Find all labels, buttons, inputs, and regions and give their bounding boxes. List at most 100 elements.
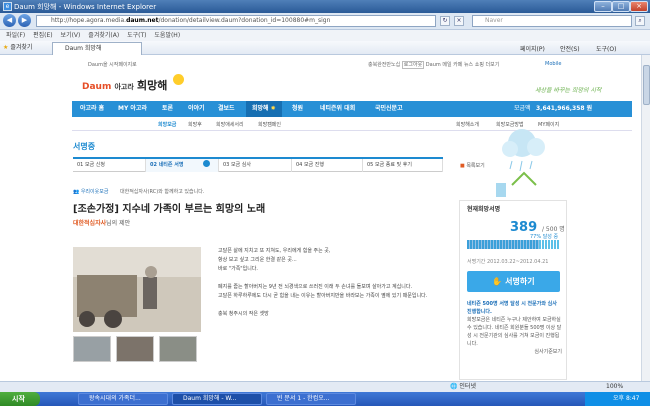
criteria-link[interactable]: 심사기준보기: [467, 348, 562, 356]
main-nav: 아고라 홈 MY 아고라 토론 이야기 결보드 희망해 ✸ 청원 네티즌위 대회…: [72, 101, 632, 117]
list-link[interactable]: ■ 목록보기: [460, 162, 485, 169]
sign-info-text: 희망모금은 네티즌 누구나 제안하여 모금하실 수 있습니다. 네티즌 회원분들…: [467, 317, 562, 347]
menu-favorites[interactable]: 즐겨찾기(A): [88, 32, 119, 39]
minimize-button[interactable]: –: [594, 1, 612, 12]
nav-agora-home[interactable]: 아고라 홈: [80, 101, 104, 117]
nav-hope[interactable]: 희망해 ✸: [246, 101, 282, 117]
hand-icon: ✋: [492, 277, 503, 286]
photo-thumbnail[interactable]: [73, 336, 111, 362]
subnav-hope-fund[interactable]: 희망모금: [158, 121, 176, 128]
subnav-about[interactable]: 희망해소개: [456, 121, 479, 128]
progress-steps: 01 모금 신청 02 네티즌 서명 03 모금 심사 04 모금 진행 05 …: [73, 157, 443, 172]
subnav-hope-after[interactable]: 희망후: [188, 121, 202, 128]
logout-button[interactable]: 로그아웃: [401, 61, 425, 69]
favorites-button[interactable]: ★ 즐겨찾기: [3, 43, 32, 53]
list-icon: ■: [460, 163, 465, 169]
ie-icon: e: [3, 2, 12, 11]
internet-zone: 🌐 인터넷: [450, 383, 476, 390]
mail-link[interactable]: 메일: [442, 62, 451, 68]
sun-icon: [173, 74, 184, 85]
more-link[interactable]: 더보기: [486, 62, 500, 68]
back-button[interactable]: ◀: [3, 14, 16, 27]
star-icon: ★: [3, 44, 9, 51]
page-scrollbar[interactable]: [641, 55, 650, 381]
address-bar: ◀ ▶ http://hope.agora.media.daum.net/don…: [0, 13, 650, 30]
top-links: 충북완전만노십 로그아웃 Daum 메일 카페 뉴스 쇼핑 더보기: [368, 61, 568, 69]
set-homepage-link[interactable]: Daum을 시작페이지로: [88, 61, 137, 68]
maximize-button[interactable]: □: [612, 1, 630, 12]
search-icon[interactable]: ⌕: [635, 16, 645, 26]
nav-debate[interactable]: 토론: [162, 101, 173, 117]
site-logo[interactable]: Daum 아고라 희망해: [82, 77, 167, 93]
nav-total-label: 모금액: [514, 105, 531, 112]
taskbar-item[interactable]: 빈 문서 1 - 한컴오...: [266, 393, 356, 405]
body-line: 바로 "가족"입니다.: [218, 266, 258, 272]
step-progress: 04 모금 진행: [292, 159, 363, 172]
menu-view[interactable]: 보기(V): [61, 32, 81, 39]
daum-link[interactable]: Daum: [426, 62, 441, 68]
current-step-icon: [203, 160, 210, 167]
org-description: 대한적십자사(RC)와 함께하고 있습니다.: [120, 189, 205, 195]
sign-info-title: 네티즌 500명 서명 달성 시 전문가와 심사 진행합니다.: [467, 301, 557, 315]
sign-button[interactable]: ✋ 서명하기: [467, 271, 560, 292]
browser-tab[interactable]: Daum 희망해: [52, 42, 142, 55]
sign-percent: 77% 달성 중: [530, 234, 559, 240]
menu-edit[interactable]: 편집(E): [33, 32, 53, 39]
search-input[interactable]: Naver: [472, 15, 632, 27]
subnav-campaign[interactable]: 희망캠페인: [258, 121, 281, 128]
status-bar: 🌐 인터넷 100%: [0, 381, 650, 392]
taskbar-item[interactable]: 왕속시대의 가족더...: [78, 393, 168, 405]
shopping-link[interactable]: 쇼핑: [475, 62, 484, 68]
people-icon: 👥: [73, 189, 80, 195]
nav-petition[interactable]: 청원: [292, 101, 303, 117]
sign-goal: / 500 명: [542, 226, 565, 233]
body-line: 충북 청주시의 작은 셋방: [218, 311, 269, 317]
proposer: 대한적십자사님의 제안: [73, 220, 131, 227]
window-title: Daum 희망해 - Windows Internet Explorer: [14, 3, 157, 11]
tools-menu[interactable]: 도구(O): [596, 44, 616, 53]
rain-illustration: [496, 129, 545, 197]
body-line: 고달픈 하루하루에도 다시 곧 힘을 내는 이유는 할아버지만을 바라보는 가족…: [218, 293, 428, 299]
globe-icon: 🌐: [450, 383, 458, 390]
nav-shinmungo[interactable]: 국민신문고: [375, 101, 403, 117]
body-line: 항상 보고 싶고 그리운 한결 같은 곳...: [218, 257, 297, 263]
article-body: 고달픈 삶에 지치고 또 지쳐도, 우리에게 힘을 주는 곳, 항상 보고 싶고…: [218, 247, 443, 319]
favorites-bar: ★ 즐겨찾기 Daum 희망해 페이지(P) 안전(S) 도구(O): [0, 41, 650, 55]
sign-period: 서명기간 2012.03.22~2012.04.21: [467, 259, 549, 265]
taskbar-item[interactable]: Daum 희망해 - W...: [172, 393, 262, 405]
safety-menu[interactable]: 안전(S): [560, 44, 580, 53]
photo-thumbnail[interactable]: [159, 336, 197, 362]
menu-help[interactable]: 도움말(H): [154, 32, 180, 39]
step-review: 03 모금 심사: [219, 159, 292, 172]
zoom-level[interactable]: 100%: [606, 382, 623, 392]
nav-board[interactable]: 결보드: [218, 101, 235, 117]
clock: 오후 8:47: [585, 392, 650, 406]
body-line: 고달픈 삶에 지치고 또 지쳐도, 우리에게 힘을 주는 곳,: [218, 248, 331, 254]
nav-story[interactable]: 이야기: [188, 101, 205, 117]
body-line: 폐지를 줍는 할아버지는 9년 전 뇌경색으로 쓰러진 이래 두 손녀를 돌보며…: [218, 284, 413, 290]
mobile-link[interactable]: Mobile: [545, 61, 561, 67]
page-menu[interactable]: 페이지(P): [520, 44, 545, 53]
org-tag[interactable]: 👥 우리이웃모금: [73, 188, 108, 195]
news-link[interactable]: 뉴스: [464, 62, 473, 68]
stop-icon[interactable]: ×: [454, 16, 464, 26]
taskbar: 시작 왕속시대의 가족더... Daum 희망해 - W... 빈 문서 1 -…: [0, 392, 650, 406]
photo-thumbnail[interactable]: [116, 336, 154, 362]
window-titlebar: e Daum 희망해 - Windows Internet Explorer –…: [0, 0, 650, 13]
close-button[interactable]: ×: [630, 1, 648, 12]
status-heading: 서명중: [73, 142, 96, 151]
start-button[interactable]: 시작: [0, 392, 40, 406]
menu-tools[interactable]: 도구(T): [127, 32, 146, 39]
menu-file[interactable]: 파일(F): [6, 32, 25, 39]
nav-total: 3,641,966,358 원: [536, 105, 593, 112]
subnav-accessory[interactable]: 희망애세서리: [216, 121, 244, 128]
slogan: 세상을 바꾸는 희망의 시작: [535, 87, 602, 94]
refresh-icon[interactable]: ↻: [440, 16, 450, 26]
cafe-link[interactable]: 카페: [453, 62, 462, 68]
user-name: 충북완전만노십: [368, 62, 401, 68]
url-input[interactable]: http://hope.agora.media.daum.net/donatio…: [36, 15, 436, 27]
nav-my-agora[interactable]: MY 아고라: [118, 101, 147, 117]
scrollbar-thumb[interactable]: [643, 65, 650, 105]
nav-netizen[interactable]: 네티즌위 대회: [320, 101, 355, 117]
forward-button[interactable]: ▶: [18, 14, 31, 27]
